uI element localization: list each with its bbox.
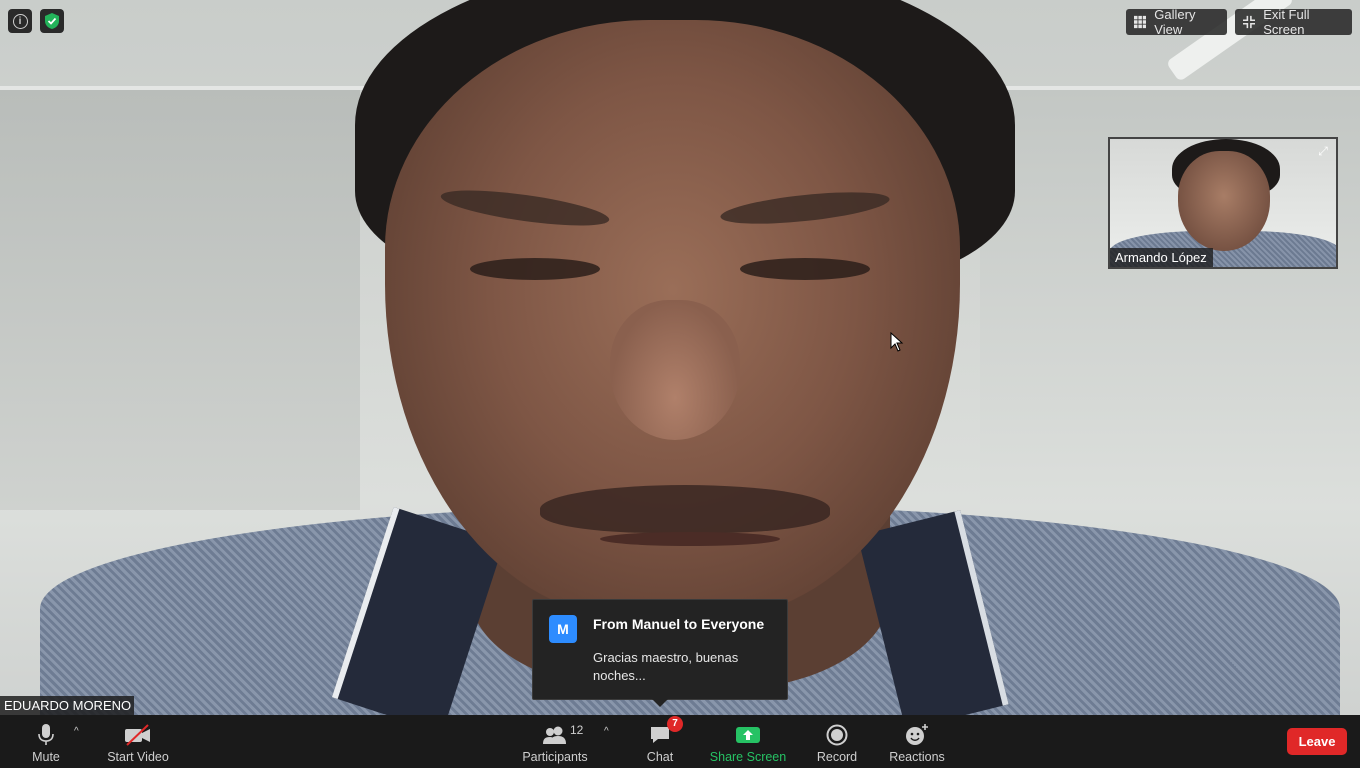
grid-icon xyxy=(1134,15,1147,29)
participants-label: Participants xyxy=(522,750,588,764)
participants-icon xyxy=(541,720,569,750)
record-icon xyxy=(826,720,848,750)
sender-avatar: M xyxy=(549,615,577,643)
chat-notification-message: Gracias maestro, buenas noches... xyxy=(593,650,739,683)
participants-count: 12 xyxy=(570,723,584,737)
record-button[interactable]: Record xyxy=(814,715,860,768)
start-video-button[interactable]: Start Video xyxy=(104,715,172,768)
chat-label: Chat xyxy=(646,750,674,764)
share-screen-label: Share Screen xyxy=(709,750,787,764)
chat-unread-badge: 7 xyxy=(667,716,683,732)
exit-full-screen-label: Exit Full Screen xyxy=(1263,7,1310,37)
thumbnail-face xyxy=(1178,151,1270,251)
reactions-button[interactable]: Reactions xyxy=(889,715,945,768)
encryption-button[interactable] xyxy=(40,9,64,33)
microphone-icon xyxy=(38,720,54,750)
gallery-view-button[interactable]: Gallery View xyxy=(1126,7,1227,37)
leave-button[interactable]: Leave xyxy=(1287,728,1347,755)
chat-button[interactable]: 7 Chat xyxy=(640,715,683,768)
record-label: Record xyxy=(816,750,858,764)
chat-notification[interactable]: M From Manuel to Everyone Gracias maestr… xyxy=(532,599,788,707)
video-eye-left xyxy=(470,258,600,280)
video-nose xyxy=(610,300,740,440)
video-mustache xyxy=(540,485,830,533)
thumbnail-name: Armando López xyxy=(1110,248,1213,267)
share-screen-button[interactable]: Share Screen xyxy=(710,715,786,768)
chat-notification-title: From Manuel to Everyone xyxy=(593,616,765,632)
expand-icon[interactable]: ⤢ xyxy=(1316,144,1330,158)
participant-thumbnail[interactable]: ⤢ Armando López xyxy=(1108,137,1338,269)
video-eye-right xyxy=(740,258,870,280)
gallery-view-label: Gallery View xyxy=(1154,7,1196,37)
video-wall-left xyxy=(0,90,360,510)
shield-check-icon xyxy=(45,13,59,29)
meeting-toolbar: Mute ^ Start Video Participants 12 ^ 7 C… xyxy=(0,715,1360,768)
info-icon: i xyxy=(12,13,28,29)
exit-fullscreen-icon xyxy=(1243,15,1256,29)
smiley-icon xyxy=(905,720,929,750)
mute-label: Mute xyxy=(32,750,60,764)
share-screen-icon xyxy=(736,720,760,750)
speaker-name-tag: EDUARDO MORENO xyxy=(0,696,135,715)
mute-button[interactable]: Mute xyxy=(24,715,68,768)
reactions-label: Reactions xyxy=(889,750,945,764)
meeting-info-button[interactable]: i xyxy=(8,9,32,33)
video-mouth xyxy=(600,532,780,546)
chat-icon: 7 xyxy=(649,716,683,750)
exit-full-screen-button[interactable]: Exit Full Screen xyxy=(1235,7,1352,37)
start-video-label: Start Video xyxy=(107,750,169,764)
participants-options-caret[interactable]: ^ xyxy=(604,726,609,737)
mouse-cursor-icon xyxy=(890,332,904,352)
audio-options-caret[interactable]: ^ xyxy=(74,726,79,737)
video-off-icon xyxy=(124,720,152,750)
